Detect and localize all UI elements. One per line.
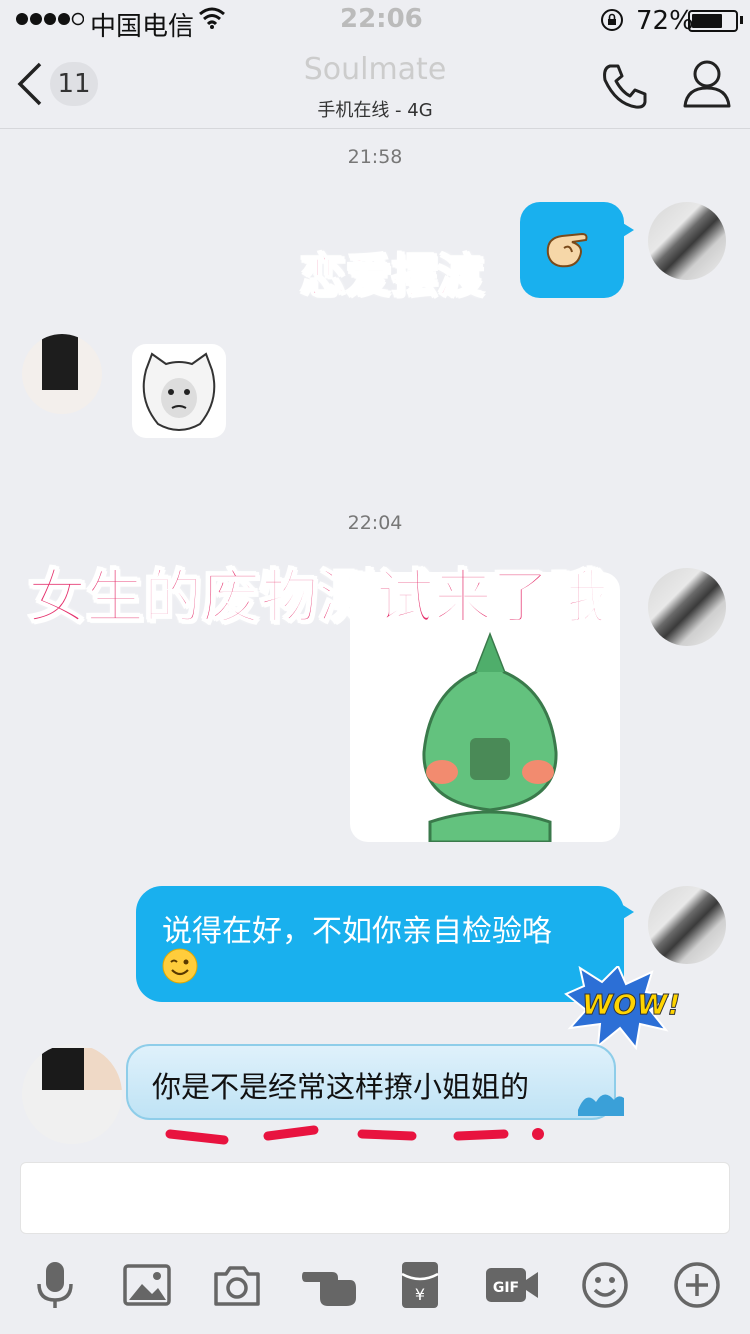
microphone-icon[interactable]: [30, 1260, 80, 1310]
sticker-incoming[interactable]: [132, 344, 226, 438]
chat-header: 11 Soulmate 手机在线 - 4G: [0, 40, 750, 129]
contact-avatar[interactable]: [22, 334, 102, 414]
carrier-label: 中国电信: [90, 12, 195, 42]
camera-icon[interactable]: [212, 1260, 262, 1310]
overlay-caption-1: 恋爱摆渡: [299, 248, 485, 304]
battery-percentage: 72%: [636, 6, 694, 36]
overlay-caption-2: 女生的废物测试来了哦: [27, 562, 609, 632]
cat-face-sticker-icon: [140, 350, 218, 432]
sticker-bubble-outgoing[interactable]: [520, 202, 634, 298]
my-avatar[interactable]: [648, 202, 726, 280]
avatar-censor-block: [42, 1048, 84, 1090]
emoji-icon[interactable]: [580, 1260, 630, 1310]
wow-text: WOW!: [581, 988, 681, 1022]
red-underline-strokes: [164, 1124, 554, 1148]
avatar-censor-block: [42, 334, 78, 390]
signal-strength-icon: [14, 8, 84, 30]
wow-burst-sticker: WOW!: [562, 966, 681, 1050]
battery-tip: [740, 16, 743, 24]
image-icon[interactable]: [122, 1260, 172, 1310]
svg-text:¥: ¥: [415, 1285, 425, 1304]
rotation-lock-icon: [600, 8, 624, 32]
poke-icon[interactable]: [302, 1260, 356, 1310]
bubble-tail: [618, 220, 634, 240]
text-bubble-incoming[interactable]: 你是不是经常这样撩小姐姐的: [126, 1044, 624, 1120]
wink-emoji-icon: [162, 948, 198, 984]
contact-avatar[interactable]: [22, 1044, 122, 1144]
message-text: 说得在好，不如你亲自检验咯: [162, 914, 552, 949]
wave-decoration-icon: [578, 1086, 624, 1116]
message-timestamp: 21:58: [347, 146, 403, 168]
plus-icon[interactable]: [672, 1260, 722, 1310]
hand-gesture-sticker-icon: [542, 224, 602, 274]
status-bar: 中国电信 22:06 72%: [0, 0, 750, 42]
status-time: 22:06: [340, 4, 423, 34]
bubble-tail: [618, 902, 634, 922]
my-avatar[interactable]: [648, 568, 726, 646]
red-packet-icon[interactable]: ¥: [398, 1260, 448, 1310]
svg-text:GIF: GIF: [493, 1280, 519, 1296]
message-timestamp: 22:04: [347, 512, 403, 534]
wifi-icon: [198, 6, 226, 30]
battery-icon: [688, 10, 738, 32]
my-avatar[interactable]: [648, 886, 726, 964]
phone-icon[interactable]: [598, 60, 650, 112]
green-dinosaur-sticker-icon: [400, 632, 580, 842]
profile-icon[interactable]: [682, 58, 732, 110]
gif-icon[interactable]: GIF: [484, 1260, 540, 1310]
message-input[interactable]: [20, 1162, 730, 1234]
avatar-censor-block: [84, 1048, 122, 1090]
message-text: 你是不是经常这样撩小姐姐的: [152, 1070, 530, 1104]
text-bubble-outgoing[interactable]: 说得在好，不如你亲自检验咯: [136, 886, 624, 1002]
battery-fill: [692, 14, 722, 28]
